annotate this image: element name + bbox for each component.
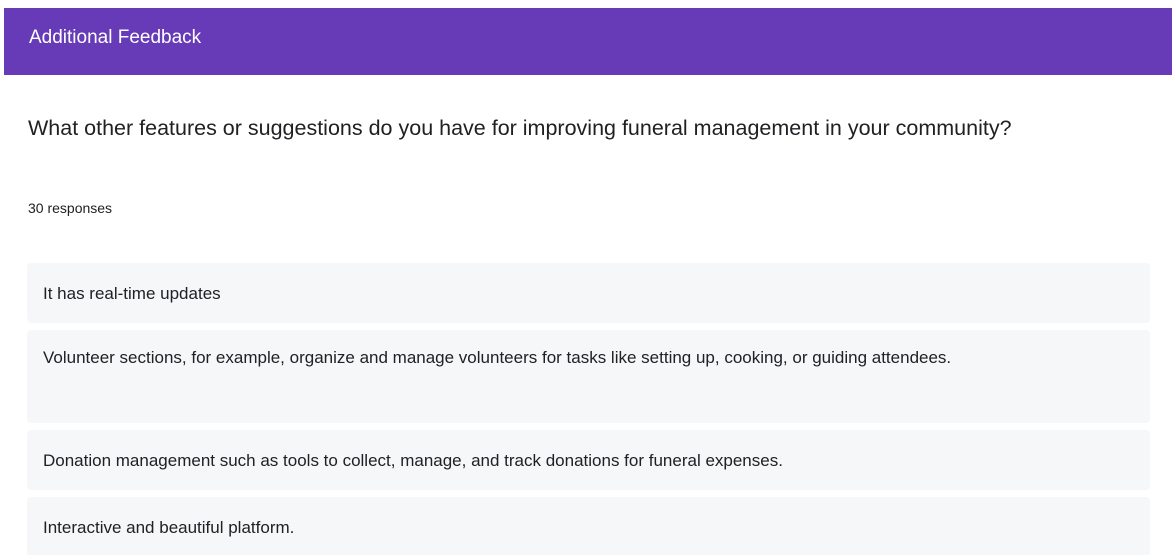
section-title: Additional Feedback (29, 26, 202, 48)
response-count: 30 responses (28, 200, 113, 216)
response-item: Donation management such as tools to col… (27, 430, 1150, 490)
response-list: It has real-time updates Volunteer secti… (27, 263, 1150, 555)
section-header: Additional Feedback (4, 8, 1172, 75)
response-item: It has real-time updates (27, 263, 1150, 323)
response-item: Volunteer sections, for example, organiz… (27, 330, 1150, 423)
form-responses-page: Additional Feedback What other features … (0, 0, 1172, 555)
response-item: Interactive and beautiful platform. (27, 497, 1150, 555)
question-title: What other features or suggestions do yo… (28, 116, 1012, 140)
